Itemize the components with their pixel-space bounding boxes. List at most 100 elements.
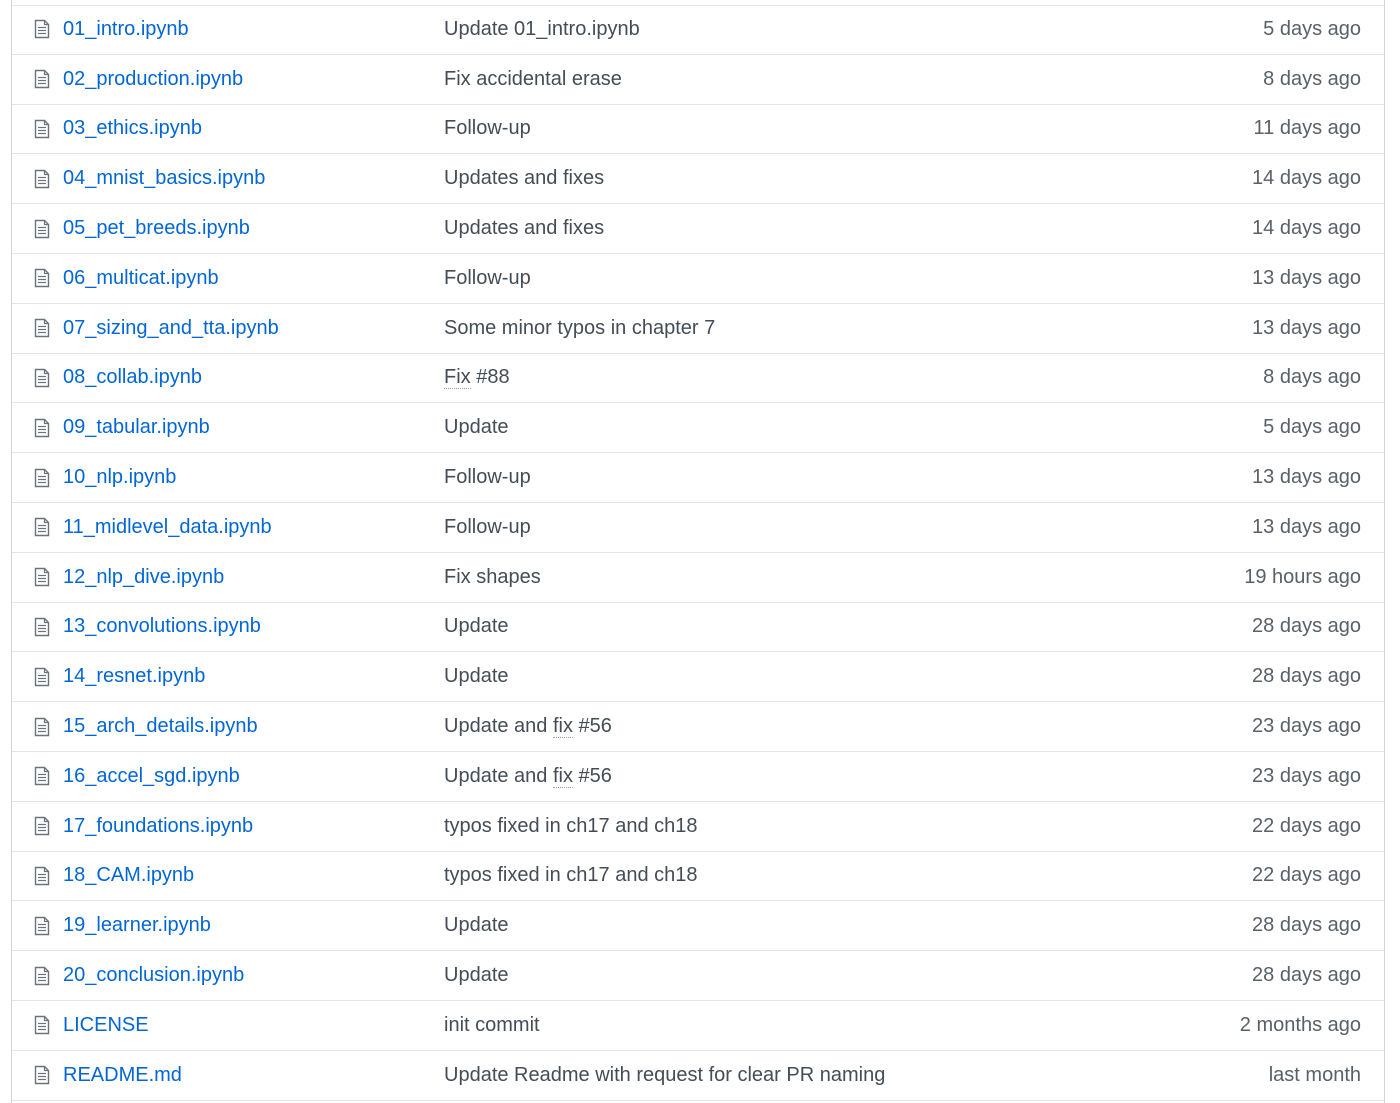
commit-age: last month	[1268, 1063, 1361, 1086]
file-name-link[interactable]: 08_collab.ipynb	[63, 366, 202, 389]
file-name-link[interactable]: LICENSE	[63, 1014, 149, 1037]
commit-age: 28 days ago	[1252, 615, 1361, 638]
commit-age-cell: 8 days ago	[1141, 354, 1361, 403]
commit-message-cell: Follow-up	[444, 254, 1144, 303]
file-icon	[34, 766, 50, 786]
file-icon	[34, 617, 50, 637]
table-row[interactable]: 04_mnist_basics.ipynb Updates and fixes …	[12, 154, 1384, 205]
file-name-link[interactable]: 09_tabular.ipynb	[63, 416, 210, 439]
table-row[interactable]: README.md Update Readme with request for…	[12, 1051, 1384, 1101]
commit-message[interactable]: Update	[444, 416, 509, 439]
commit-message[interactable]: typos fixed in ch17 and ch18	[444, 864, 698, 887]
commit-text: init commit	[444, 1013, 540, 1036]
commit-text: Follow-up	[444, 266, 531, 289]
file-name-link[interactable]: 12_nlp_dive.ipynb	[63, 566, 224, 589]
commit-message[interactable]: Fix #88	[444, 366, 510, 390]
commit-message[interactable]: Update	[444, 964, 509, 987]
commit-message[interactable]: Fix shapes	[444, 566, 541, 589]
commit-age-cell: 5 days ago	[1141, 5, 1361, 54]
commit-text: typos fixed in ch17 and ch18	[444, 814, 698, 837]
commit-message[interactable]: typos fixed in ch17 and ch18	[444, 815, 698, 838]
file-name-link[interactable]: 17_foundations.ipynb	[63, 815, 253, 838]
commit-age: 13 days ago	[1252, 466, 1361, 489]
commit-message-cell: typos fixed in ch17 and ch18	[444, 802, 1144, 851]
commit-message[interactable]: Update and fix #56	[444, 715, 612, 739]
commit-message-cell: typos fixed in ch17 and ch18	[444, 852, 1144, 901]
table-row[interactable]: 06_multicat.ipynb Follow-up 13 days ago	[12, 254, 1384, 304]
commit-age-cell: 14 days ago	[1141, 204, 1361, 253]
file-name-link[interactable]: README.md	[63, 1064, 182, 1087]
file-name-link[interactable]: 01_intro.ipynb	[63, 18, 189, 41]
file-name-link[interactable]: 06_multicat.ipynb	[63, 267, 219, 290]
table-row[interactable]: 02_production.ipynb Fix accidental erase…	[12, 55, 1384, 105]
commit-message[interactable]: Fix accidental erase	[444, 68, 622, 91]
table-row[interactable]: 10_nlp.ipynb Follow-up 13 days ago	[12, 453, 1384, 503]
commit-message-cell: Update and fix #56	[444, 702, 1144, 751]
file-name-link[interactable]: 13_convolutions.ipynb	[63, 615, 261, 638]
commit-age: 28 days ago	[1252, 914, 1361, 937]
file-name-link[interactable]: 02_production.ipynb	[63, 68, 243, 91]
file-icon	[34, 667, 50, 687]
file-name-link[interactable]: 11_midlevel_data.ipynb	[63, 516, 272, 539]
table-row[interactable]: 18_CAM.ipynb typos fixed in ch17 and ch1…	[12, 852, 1384, 902]
table-row[interactable]: 03_ethics.ipynb Follow-up 11 days ago	[12, 105, 1384, 155]
table-row[interactable]: 14_resnet.ipynb Update 28 days ago	[12, 652, 1384, 703]
commit-message[interactable]: Follow-up	[444, 466, 531, 489]
file-name-link[interactable]: 10_nlp.ipynb	[63, 466, 176, 489]
file-name-cell: 02_production.ipynb	[63, 55, 423, 104]
file-name-cell: README.md	[63, 1051, 423, 1100]
file-icon	[34, 816, 50, 836]
commit-age-cell: 11 days ago	[1141, 105, 1362, 154]
commit-message[interactable]: Follow-up	[444, 267, 531, 290]
file-name-link[interactable]: 05_pet_breeds.ipynb	[63, 217, 250, 240]
file-name-link[interactable]: 18_CAM.ipynb	[63, 864, 194, 887]
file-icon-cell	[33, 901, 51, 950]
commit-age: 28 days ago	[1252, 964, 1361, 987]
table-row[interactable]: 12_nlp_dive.ipynb Fix shapes 19 hours ag…	[12, 553, 1384, 603]
commit-message[interactable]: Updates and fixes	[444, 217, 604, 240]
file-name-cell: 11_midlevel_data.ipynb	[63, 503, 423, 552]
table-row[interactable]: 13_convolutions.ipynb Update 28 days ago	[12, 603, 1384, 653]
commit-link[interactable]: Fix	[444, 366, 471, 390]
commit-age: 22 days ago	[1252, 864, 1361, 887]
commit-link[interactable]: fix	[552, 715, 573, 739]
file-name-link[interactable]: 03_ethics.ipynb	[63, 117, 202, 140]
commit-age-cell: last month	[1141, 1051, 1361, 1100]
commit-message[interactable]: Update	[444, 615, 509, 638]
file-name-link[interactable]: 20_conclusion.ipynb	[63, 964, 244, 987]
commit-message-cell: Update Readme with request for clear PR …	[444, 1051, 1144, 1100]
table-row[interactable]: LICENSE init commit 2 months ago	[12, 1001, 1384, 1051]
file-name-link[interactable]: 15_arch_details.ipynb	[63, 715, 258, 738]
table-row[interactable]: 07_sizing_and_tta.ipynb Some minor typos…	[12, 304, 1384, 354]
table-row[interactable]: 20_conclusion.ipynb Update 28 days ago	[12, 951, 1384, 1001]
commit-text: #88	[470, 366, 510, 389]
file-icon	[34, 567, 50, 587]
table-row[interactable]: 19_learner.ipynb Update 28 days ago	[12, 901, 1384, 952]
table-row[interactable]: 11_midlevel_data.ipynb Follow-up 13 days…	[12, 503, 1384, 553]
commit-age-cell: 13 days ago	[1141, 453, 1361, 502]
commit-message[interactable]: init commit	[444, 1014, 540, 1037]
table-row[interactable]: 01_intro.ipynb Update 01_intro.ipynb 5 d…	[12, 5, 1384, 55]
commit-message[interactable]: Update	[444, 914, 509, 937]
commit-message[interactable]: Update Readme with request for clear PR …	[444, 1064, 885, 1087]
file-name-link[interactable]: 19_learner.ipynb	[63, 914, 211, 937]
commit-text: Some minor typos in chapter 7	[444, 316, 716, 339]
table-row[interactable]: 09_tabular.ipynb Update 5 days ago	[12, 403, 1384, 454]
commit-message[interactable]: Update 01_intro.ipynb	[444, 18, 640, 41]
commit-link[interactable]: fix	[552, 764, 573, 788]
file-name-link[interactable]: 16_accel_sgd.ipynb	[63, 765, 240, 788]
commit-message[interactable]: Update and fix #56	[444, 764, 612, 788]
commit-message[interactable]: Some minor typos in chapter 7	[444, 317, 715, 340]
table-row[interactable]: 16_accel_sgd.ipynb Update and fix #56 23…	[12, 752, 1384, 802]
file-name-link[interactable]: 04_mnist_basics.ipynb	[63, 167, 265, 190]
file-name-link[interactable]: 14_resnet.ipynb	[63, 665, 205, 688]
table-row[interactable]: 08_collab.ipynb Fix #88 8 days ago	[12, 354, 1384, 404]
commit-message[interactable]: Follow-up	[444, 117, 531, 140]
commit-message[interactable]: Follow-up	[444, 516, 531, 539]
file-name-link[interactable]: 07_sizing_and_tta.ipynb	[63, 317, 279, 340]
commit-message[interactable]: Update	[444, 665, 509, 688]
table-row[interactable]: 17_foundations.ipynb typos fixed in ch17…	[12, 802, 1384, 852]
table-row[interactable]: 15_arch_details.ipynb Update and fix #56…	[12, 702, 1384, 752]
table-row[interactable]: 05_pet_breeds.ipynb Updates and fixes 14…	[12, 204, 1384, 254]
commit-message[interactable]: Updates and fixes	[444, 167, 604, 190]
